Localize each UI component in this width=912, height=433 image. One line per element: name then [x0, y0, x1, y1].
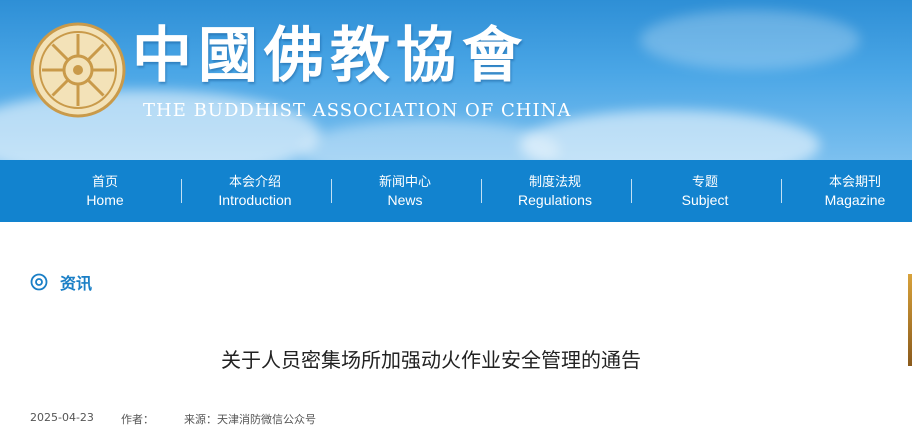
article-source-label: 来源： — [184, 413, 217, 426]
nav-item-subject[interactable]: 专题 Subject — [630, 160, 780, 222]
nav-item-magazine[interactable]: 本会期刊 Magazine — [780, 160, 912, 222]
article-source-value: 天津消防微信公众号 — [217, 413, 316, 426]
target-icon — [30, 273, 48, 291]
site-title-cn: 中國佛教協會 — [132, 21, 528, 91]
nav-label-cn: 本会介绍 — [228, 174, 281, 190]
site-banner: 中國佛教協會 THE BUDDHIST ASSOCIATION OF CHINA — [0, 0, 912, 160]
cloud-decoration — [300, 120, 560, 160]
nav-item-home[interactable]: 首页 Home — [30, 160, 180, 222]
site-title-en: THE BUDDHIST ASSOCIATION OF CHINA — [143, 100, 572, 121]
nav-label-cn: 专题 — [691, 174, 718, 190]
nav-label-cn: 制度法规 — [528, 174, 581, 190]
nav-item-news[interactable]: 新闻中心 News — [330, 160, 480, 222]
nav-item-regulations[interactable]: 制度法规 Regulations — [480, 160, 630, 222]
nav-label-cn: 本会期刊 — [828, 174, 881, 190]
nav-label-en: Home — [86, 191, 124, 208]
nav-label-en: Subject — [681, 191, 729, 208]
nav-item-introduction[interactable]: 本会介绍 Introduction — [180, 160, 330, 222]
nav-label-cn: 首页 — [91, 174, 118, 190]
nav-label-en: News — [387, 191, 423, 208]
nav-label-en: Introduction — [218, 191, 292, 208]
article-author-label: 作者： — [121, 413, 154, 426]
nav-label-cn: 新闻中心 — [378, 174, 431, 190]
article-date: 2025-04-23 — [30, 411, 94, 424]
main-nav: 首页 Home 本会介绍 Introduction 新闻中心 News 制度法规… — [0, 160, 912, 222]
section-heading: 资讯 — [30, 270, 92, 294]
nav-label-en: Regulations — [518, 191, 592, 208]
section-title: 资讯 — [60, 274, 93, 293]
cloud-decoration — [640, 10, 860, 70]
dharma-wheel-icon[interactable] — [30, 22, 126, 118]
nav-label-en: Magazine — [824, 191, 886, 208]
sidebar-thumbnail[interactable] — [908, 274, 912, 366]
article-title: 关于人员密集场所加强动火作业安全管理的通告 — [221, 348, 641, 372]
